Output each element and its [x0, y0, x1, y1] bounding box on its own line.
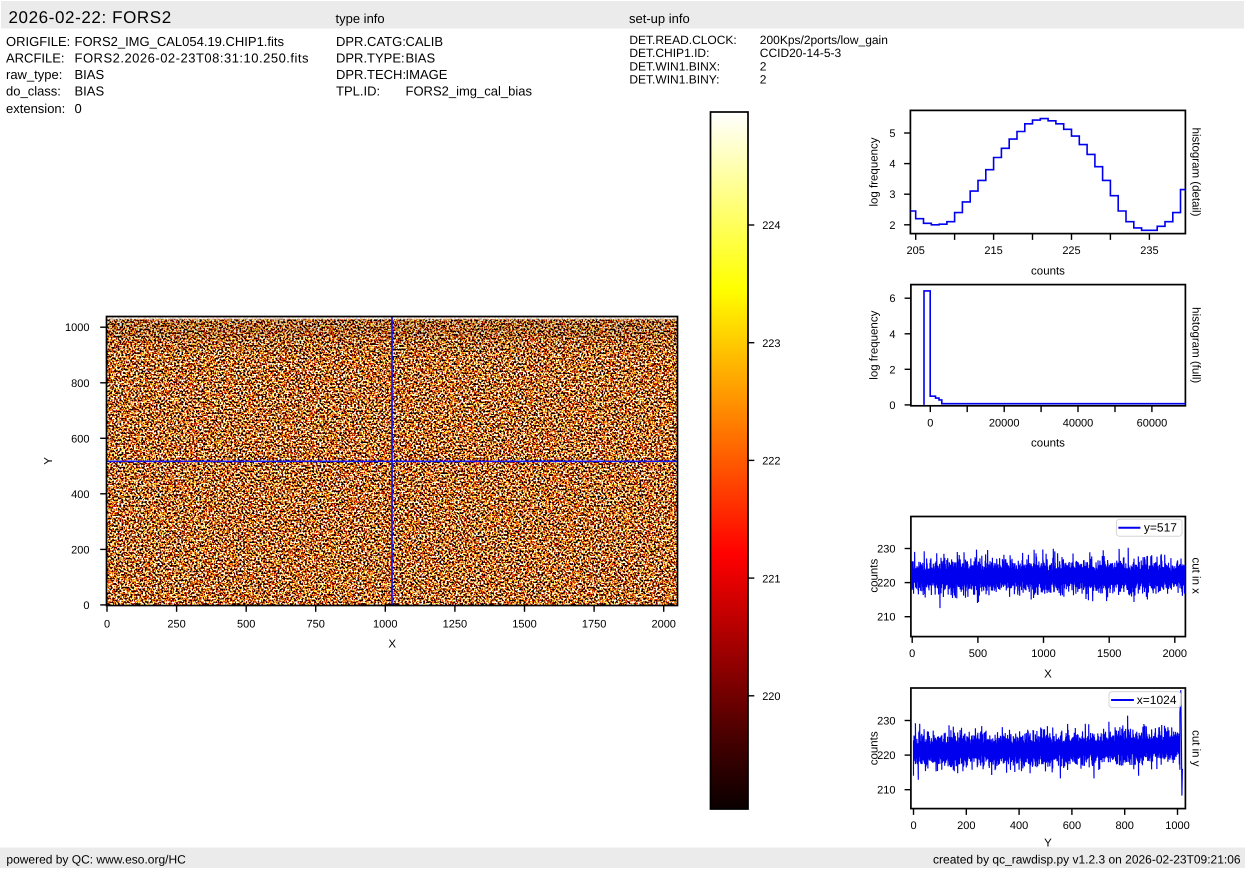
- svg-text:230: 230: [877, 716, 895, 728]
- svg-text:2000: 2000: [651, 619, 675, 631]
- svg-text:CALIB: CALIB: [406, 34, 444, 49]
- svg-text:2000: 2000: [1163, 648, 1187, 660]
- svg-text:FORS2_img_cal_bias: FORS2_img_cal_bias: [406, 84, 533, 99]
- svg-text:221: 221: [762, 573, 780, 585]
- svg-text:1500: 1500: [512, 619, 536, 631]
- svg-text:205: 205: [907, 245, 925, 257]
- svg-text:counts: counts: [869, 731, 881, 765]
- svg-text:log frequency: log frequency: [869, 310, 881, 379]
- svg-text:800: 800: [71, 378, 89, 390]
- svg-text:ARCFILE:: ARCFILE:: [6, 50, 65, 65]
- svg-text:2: 2: [760, 73, 767, 87]
- svg-text:cut in y: cut in y: [1190, 730, 1202, 767]
- svg-text:X: X: [388, 639, 396, 651]
- svg-text:235: 235: [1140, 245, 1158, 257]
- svg-text:225: 225: [1062, 245, 1080, 257]
- svg-text:0: 0: [927, 417, 933, 429]
- svg-text:800: 800: [1116, 820, 1134, 832]
- svg-text:histogram (detail): histogram (detail): [1190, 128, 1202, 217]
- svg-text:250: 250: [167, 619, 185, 631]
- svg-text:215: 215: [984, 245, 1002, 257]
- svg-text:200: 200: [957, 820, 975, 832]
- svg-text:2: 2: [889, 364, 895, 376]
- svg-text:BIAS: BIAS: [75, 67, 105, 82]
- svg-text:DPR.TYPE:: DPR.TYPE:: [336, 50, 405, 65]
- svg-text:set-up info: set-up info: [629, 11, 690, 26]
- svg-text:0: 0: [104, 619, 110, 631]
- svg-text:4: 4: [889, 329, 895, 341]
- svg-text:210: 210: [877, 612, 895, 624]
- svg-text:IMAGE: IMAGE: [406, 67, 448, 82]
- svg-text:4: 4: [889, 159, 895, 171]
- svg-text:0: 0: [889, 400, 895, 412]
- svg-text:DPR.CATG:: DPR.CATG:: [336, 34, 406, 49]
- svg-text:0: 0: [83, 600, 89, 612]
- svg-text:Y: Y: [43, 457, 55, 465]
- svg-text:extension:: extension:: [6, 101, 65, 116]
- svg-text:2026-02-22: FORS2: 2026-02-22: FORS2: [9, 8, 172, 27]
- svg-text:0: 0: [910, 820, 916, 832]
- svg-text:210: 210: [877, 785, 895, 797]
- svg-text:CCID20-14-5-3: CCID20-14-5-3: [760, 46, 842, 60]
- svg-text:counts: counts: [1031, 265, 1065, 277]
- svg-text:1250: 1250: [443, 619, 467, 631]
- svg-text:x=1024: x=1024: [1137, 693, 1177, 707]
- svg-text:FORS2_IMG_CAL054.19.CHIP1.fits: FORS2_IMG_CAL054.19.CHIP1.fits: [75, 34, 285, 49]
- svg-text:counts: counts: [869, 559, 881, 593]
- svg-text:600: 600: [1063, 820, 1081, 832]
- svg-text:FORS2.2026-02-23T08:31:10.250.: FORS2.2026-02-23T08:31:10.250.fits: [75, 50, 310, 65]
- svg-text:log frequency: log frequency: [869, 137, 881, 206]
- svg-text:2: 2: [889, 220, 895, 232]
- svg-text:20000: 20000: [989, 417, 1020, 429]
- svg-text:X: X: [1044, 668, 1052, 680]
- svg-text:400: 400: [1010, 820, 1028, 832]
- svg-text:222: 222: [762, 456, 780, 468]
- svg-text:1750: 1750: [582, 619, 606, 631]
- svg-text:BIAS: BIAS: [75, 84, 105, 99]
- svg-text:500: 500: [237, 619, 255, 631]
- svg-text:200Kps/2ports/low_gain: 200Kps/2ports/low_gain: [760, 33, 888, 47]
- svg-text:750: 750: [307, 619, 325, 631]
- svg-text:DET.READ.CLOCK:: DET.READ.CLOCK:: [629, 33, 736, 47]
- svg-text:ORIGFILE:: ORIGFILE:: [6, 34, 70, 49]
- svg-text:400: 400: [71, 489, 89, 501]
- svg-text:DPR.TECH:: DPR.TECH:: [336, 67, 406, 82]
- svg-text:1000: 1000: [1165, 820, 1189, 832]
- svg-text:230: 230: [877, 544, 895, 556]
- svg-text:600: 600: [71, 433, 89, 445]
- svg-text:2: 2: [760, 59, 767, 73]
- svg-text:Y: Y: [1044, 837, 1052, 849]
- svg-text:DET.WIN1.BINX:: DET.WIN1.BINX:: [629, 59, 720, 73]
- svg-text:1000: 1000: [65, 322, 89, 334]
- svg-text:type info: type info: [336, 11, 385, 26]
- svg-text:powered by QC: www.eso.org/HC: powered by QC: www.eso.org/HC: [6, 853, 186, 867]
- svg-text:BIAS: BIAS: [406, 50, 436, 65]
- svg-text:3: 3: [889, 189, 895, 201]
- svg-text:6: 6: [889, 293, 895, 305]
- svg-text:500: 500: [969, 648, 987, 660]
- svg-text:200: 200: [71, 544, 89, 556]
- svg-text:created by qc_rawdisp.py v1.2.: created by qc_rawdisp.py v1.2.3 on 2026-…: [933, 853, 1241, 867]
- svg-text:raw_type:: raw_type:: [6, 67, 62, 82]
- svg-text:counts: counts: [1031, 438, 1065, 450]
- svg-text:0: 0: [75, 101, 82, 116]
- svg-text:40000: 40000: [1063, 417, 1094, 429]
- svg-text:60000: 60000: [1137, 417, 1168, 429]
- svg-text:1000: 1000: [1031, 648, 1055, 660]
- svg-text:1500: 1500: [1097, 648, 1121, 660]
- svg-text:223: 223: [762, 338, 780, 350]
- svg-text:220: 220: [762, 691, 780, 703]
- svg-text:y=517: y=517: [1144, 520, 1177, 534]
- svg-text:DET.CHIP1.ID:: DET.CHIP1.ID:: [629, 46, 709, 60]
- svg-text:cut in x: cut in x: [1190, 557, 1202, 594]
- svg-text:0: 0: [909, 648, 915, 660]
- svg-text:224: 224: [762, 220, 780, 232]
- svg-text:DET.WIN1.BINY:: DET.WIN1.BINY:: [629, 73, 719, 87]
- svg-text:TPL.ID:: TPL.ID:: [336, 84, 380, 99]
- svg-text:1000: 1000: [373, 619, 397, 631]
- svg-text:5: 5: [889, 128, 895, 140]
- svg-text:do_class:: do_class:: [6, 84, 61, 99]
- svg-text:histogram (full): histogram (full): [1190, 307, 1202, 383]
